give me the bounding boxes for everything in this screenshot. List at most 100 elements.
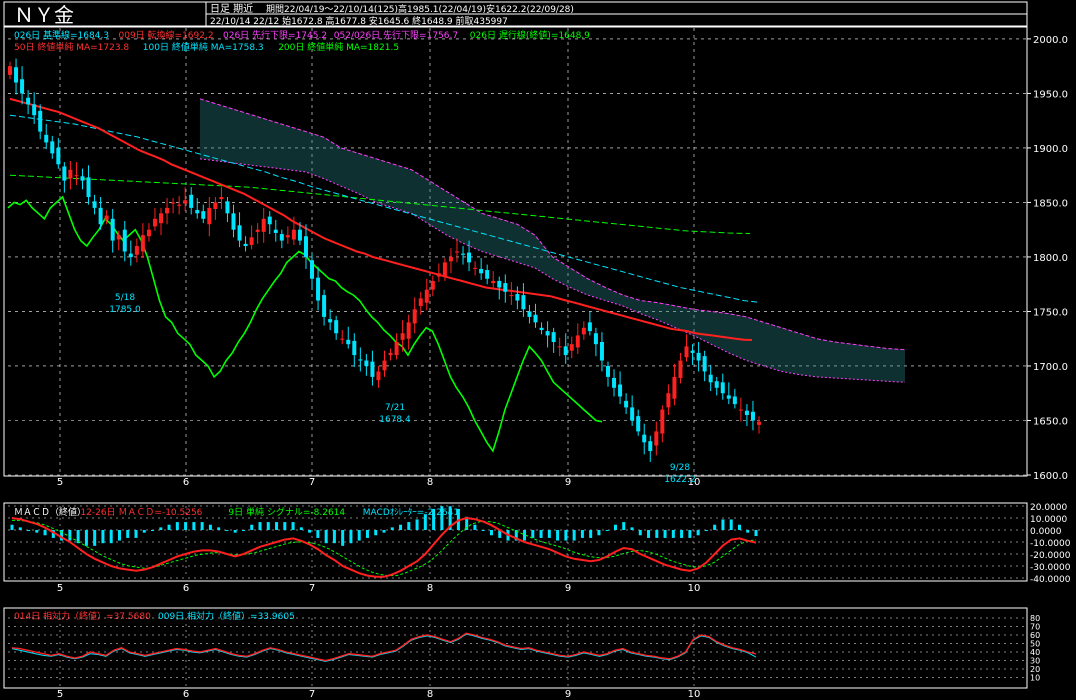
macd-osc-bar — [126, 530, 130, 538]
macd-osc-bar — [109, 530, 113, 544]
macd-osc-bar — [704, 530, 708, 531]
candle-body — [630, 407, 635, 421]
y-tick-label: 1650.0 — [1033, 416, 1068, 427]
macd-osc-bar — [539, 530, 543, 538]
candle-body — [322, 295, 327, 317]
candle-body — [195, 210, 200, 214]
y-tick-label: 2000.0 — [1033, 35, 1068, 46]
macd-osc-bar — [117, 530, 121, 541]
macd-osc-bar — [597, 530, 601, 536]
candle-body — [92, 201, 97, 208]
candle-body — [485, 270, 490, 279]
candle-body — [370, 361, 375, 377]
x-tick-label: 6 — [183, 477, 189, 488]
macd-osc-bar — [440, 506, 444, 530]
candle-body — [708, 374, 713, 383]
candle-body — [44, 134, 49, 143]
candle-body — [225, 201, 230, 214]
macd-legend-entry: ＭＡＣＤ（終値） — [14, 506, 86, 518]
candle-body — [68, 169, 73, 179]
y-tick-label: 1900.0 — [1033, 144, 1068, 155]
candle-body — [726, 395, 731, 399]
price-axis: 2000.0 1950.0 1900.0 1850.0 1800.0 1750.0 1700… — [1027, 35, 1068, 482]
macd-osc-bar — [349, 530, 353, 544]
rsi-tick-label: 10 — [1030, 674, 1040, 683]
annotation-price: 1678.4 — [379, 415, 411, 425]
candle-body — [720, 382, 725, 394]
x-tick-label: 8 — [427, 689, 433, 700]
macd-osc-bar — [35, 530, 39, 533]
candle-body — [86, 177, 91, 197]
candle-body — [605, 365, 610, 377]
last-bar-info: 22/10/14 22/12 始1672.8 高1677.8 安1645.6 終… — [210, 15, 508, 27]
macd-osc-bar — [266, 522, 270, 530]
macd-osc-bar — [655, 530, 659, 538]
rsi-plot: 8070605040302010 — [8, 614, 1040, 686]
macd-osc-bar — [547, 530, 551, 538]
macd-osc-bar — [283, 522, 287, 530]
candle-body — [340, 338, 345, 340]
y-tick-label: 1600.0 — [1033, 471, 1068, 482]
macd-osc-bar — [250, 524, 254, 530]
macd-osc-bar — [572, 530, 576, 541]
candle-body — [261, 218, 266, 232]
macd-osc-bar — [217, 527, 221, 530]
candle-body — [666, 393, 671, 408]
macd-osc-bar — [291, 522, 295, 530]
macd-osc-bar — [473, 524, 477, 530]
macd-osc-bar — [184, 522, 188, 530]
macd-osc-bar — [390, 527, 394, 530]
candle-body — [575, 335, 580, 348]
annotation-price: 1622.2 — [664, 475, 696, 485]
candle-body — [189, 194, 194, 208]
candle-body — [310, 260, 315, 279]
candle-body — [328, 319, 333, 323]
candle-body — [599, 341, 604, 361]
candle-body — [285, 235, 290, 238]
macd-osc-bar — [589, 530, 593, 538]
candle-body — [714, 381, 719, 388]
candle-body — [551, 332, 556, 342]
candle-body — [467, 252, 472, 263]
x-tick-label: 5 — [57, 689, 63, 700]
candle-body — [690, 350, 695, 353]
candle-body — [527, 311, 532, 317]
rsi14-line — [11, 632, 757, 662]
rsi-legend-entry: 014日 相対力（終値）=37.5680 — [14, 610, 151, 622]
candle-body — [672, 376, 677, 399]
macd-osc-bar — [316, 530, 320, 538]
candle-body — [207, 207, 212, 225]
candle-body — [618, 384, 623, 397]
candle-body — [702, 356, 707, 372]
candle-body — [539, 327, 544, 330]
macd-legend-entry: MACDｵｼﾚｰﾀｰ=-2.2641 — [363, 507, 459, 518]
candle-body — [255, 229, 260, 232]
candle-body — [146, 229, 151, 237]
legend-entry: 50日 終値単純 MA=1723.8 — [14, 41, 129, 53]
candle-body — [80, 176, 85, 181]
candle-body — [213, 202, 218, 209]
candle-body — [454, 251, 459, 253]
candle-body — [152, 218, 157, 227]
macd-osc-bar — [365, 530, 369, 538]
x-tick-label: 7 — [309, 477, 315, 488]
macd-osc-bar — [688, 530, 692, 538]
candle-body — [418, 298, 423, 307]
macd-osc-bar — [299, 527, 303, 530]
candle-body — [297, 229, 302, 241]
macd-osc-bar — [258, 522, 262, 530]
candle-body — [569, 344, 574, 351]
candle-body — [593, 333, 598, 345]
macd-osc-bar — [729, 519, 733, 530]
y-tick-label: 1800.0 — [1033, 253, 1068, 264]
candle-body — [479, 268, 484, 274]
candle-body — [473, 267, 478, 269]
macd-osc-bar — [382, 530, 386, 533]
annotation-price: 1785.0 — [109, 305, 141, 315]
candle-body — [400, 333, 405, 340]
timeframe-label: 日足 期近 — [210, 2, 253, 15]
candle-body — [642, 434, 647, 443]
candle-body — [32, 104, 37, 116]
candle-body — [684, 346, 689, 358]
x-tick-label: 10 — [688, 689, 701, 700]
